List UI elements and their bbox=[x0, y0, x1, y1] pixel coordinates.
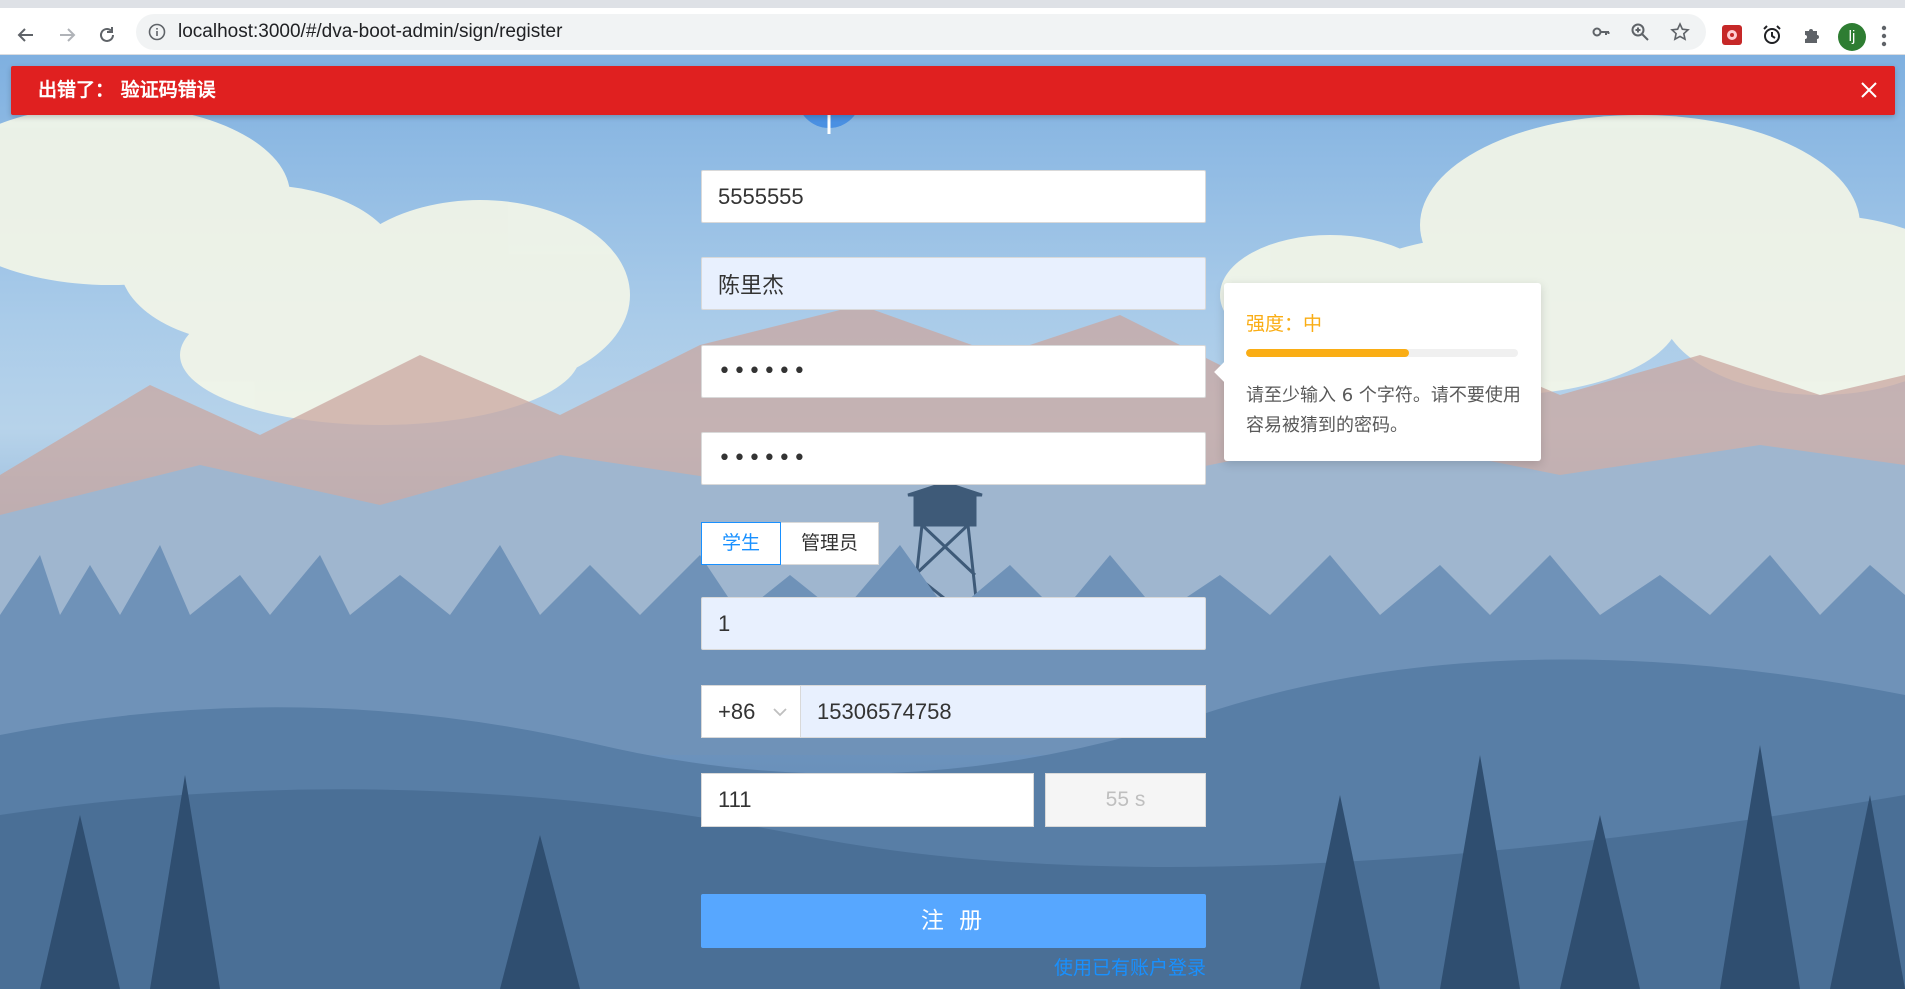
menu-dots-icon[interactable] bbox=[1880, 24, 1888, 48]
profile-avatar[interactable]: lj bbox=[1838, 23, 1866, 51]
role-admin-button[interactable]: 管理员 bbox=[780, 522, 880, 565]
strength-progress-bar bbox=[1246, 349, 1518, 357]
reload-icon bbox=[100, 27, 114, 42]
address-bar[interactable]: localhost:3000/#/dva-boot-admin/sign/reg… bbox=[136, 14, 1706, 50]
browser-toolbar: localhost:3000/#/dva-boot-admin/sign/reg… bbox=[0, 0, 1905, 55]
chevron-down-icon bbox=[773, 708, 787, 717]
strength-label: 强度：中 bbox=[1246, 313, 1323, 335]
zoom-icon[interactable] bbox=[1630, 22, 1650, 42]
alarm-clock-icon[interactable] bbox=[1757, 20, 1787, 50]
key-icon[interactable] bbox=[1591, 22, 1611, 42]
close-icon[interactable] bbox=[1859, 80, 1879, 100]
strength-hint: 请至少输入 6 个字符。请不要使用容易被猜到的密码。 bbox=[1246, 385, 1521, 436]
captcha-input[interactable]: 111 bbox=[701, 773, 1034, 827]
country-code-select[interactable]: +86 bbox=[701, 685, 800, 738]
forward-button[interactable] bbox=[52, 20, 82, 50]
captcha-countdown-button[interactable]: 55 s bbox=[1045, 773, 1206, 827]
arrow-right-icon bbox=[60, 28, 76, 42]
password-strength-popover: 强度：中 请至少输入 6 个字符。请不要使用容易被猜到的密码。 bbox=[1224, 283, 1541, 461]
phone-input[interactable]: 15306574758 bbox=[800, 685, 1206, 738]
puzzle-icon[interactable] bbox=[1797, 20, 1827, 50]
alert-message: 出错了： 验证码错误 bbox=[38, 79, 216, 101]
country-code-value: +86 bbox=[718, 699, 756, 724]
confirm-password-input[interactable]: •••••• bbox=[701, 432, 1206, 485]
strength-progress-fill bbox=[1246, 349, 1410, 357]
reload-button[interactable] bbox=[92, 20, 122, 50]
error-alert: 出错了： 验证码错误 bbox=[11, 66, 1895, 115]
role-student-button[interactable]: 学生 bbox=[701, 522, 782, 565]
name-input[interactable] bbox=[701, 257, 1206, 310]
arrow-left-icon bbox=[17, 28, 33, 42]
password-input[interactable]: •••••• bbox=[701, 345, 1206, 398]
extension-red-icon[interactable] bbox=[1717, 20, 1747, 50]
login-link[interactable]: 使用已有账户登录 bbox=[1054, 953, 1206, 980]
back-button[interactable] bbox=[11, 20, 41, 50]
username-input[interactable] bbox=[701, 170, 1206, 223]
id-input[interactable] bbox=[701, 597, 1206, 650]
role-radio-group: 学生 管理员 bbox=[701, 522, 880, 565]
url-text[interactable]: localhost:3000/#/dva-boot-admin/sign/reg… bbox=[178, 14, 562, 50]
register-button[interactable]: 注 册 bbox=[701, 894, 1206, 948]
star-icon[interactable] bbox=[1670, 22, 1690, 42]
info-icon bbox=[148, 23, 166, 41]
